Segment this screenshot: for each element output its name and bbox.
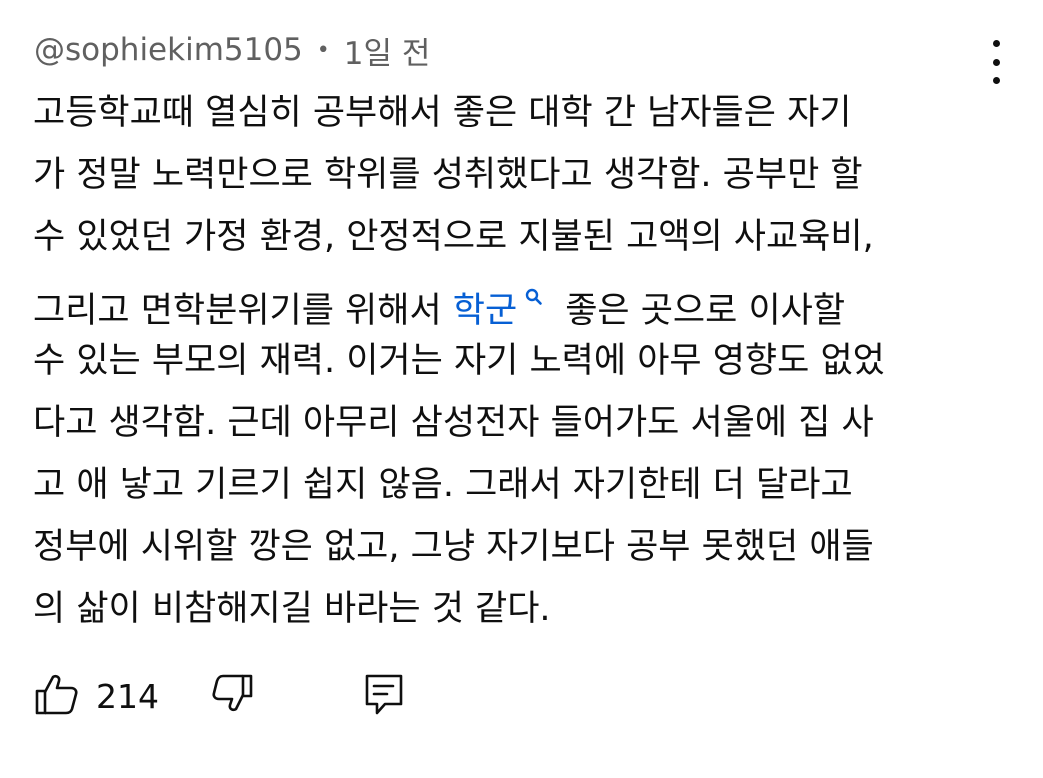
thumb-up-icon bbox=[34, 671, 80, 721]
meta-separator: • bbox=[316, 37, 330, 63]
more-vert-icon-dot bbox=[992, 40, 1000, 47]
search-link[interactable]: 학군 bbox=[452, 288, 565, 331]
comment-line: 가 정말 노력만으로 학위를 성취했다고 생각함. 공부만 할 bbox=[33, 155, 863, 195]
comment-line: 수 있는 부모의 재력. 이거는 자기 노력에 아무 영향도 없었 bbox=[33, 341, 885, 381]
reply-icon bbox=[363, 672, 405, 720]
thumb-down-icon bbox=[211, 672, 255, 720]
more-options-button[interactable] bbox=[976, 40, 1016, 84]
like-count: 214 bbox=[96, 676, 159, 716]
like-button[interactable] bbox=[34, 671, 80, 721]
search-icon bbox=[525, 268, 543, 305]
reply-button[interactable] bbox=[363, 672, 405, 720]
comment-line-text: 좋은 곳으로 이사할 bbox=[565, 291, 846, 331]
comment-author[interactable]: @sophiekim5105 bbox=[34, 32, 303, 68]
comment-actions: 214 bbox=[34, 668, 405, 724]
comment-body: 고등학교때 열심히 공부해서 좋은 대학 간 남자들은 자기 가 정말 노력만으… bbox=[33, 82, 1013, 640]
search-link-label: 학군 bbox=[452, 291, 518, 331]
dislike-button[interactable] bbox=[211, 672, 255, 720]
comment-line-text: 그리고 면학분위기를 위해서 bbox=[33, 291, 442, 331]
comment-line: 다고 생각함. 근데 아무리 삼성전자 들어가도 서울에 집 사 bbox=[33, 403, 874, 443]
comment-line: 고등학교때 열심히 공부해서 좋은 대학 간 남자들은 자기 bbox=[33, 93, 852, 133]
comment-line: 정부에 시위할 깡은 없고, 그냥 자기보다 공부 못했던 애들 bbox=[33, 527, 874, 567]
more-vert-icon-dot bbox=[992, 58, 1000, 66]
comment-line: 고 애 낳고 기르기 쉽지 않음. 그래서 자기한테 더 달라고 bbox=[33, 465, 853, 505]
comment-line: 수 있었던 가정 환경, 안정적으로 지불된 고액의 사교육비, bbox=[33, 217, 874, 257]
comment-header: @sophiekim5105 • 1일 전 bbox=[34, 26, 430, 74]
comment-time[interactable]: 1일 전 bbox=[344, 28, 431, 73]
comment-line: 그리고 면학분위기를 위해서 학군 좋은 곳으로 이사할 bbox=[33, 268, 1013, 331]
comment-line: 의 삶이 비참해지길 바라는 것 같다. bbox=[33, 589, 551, 629]
